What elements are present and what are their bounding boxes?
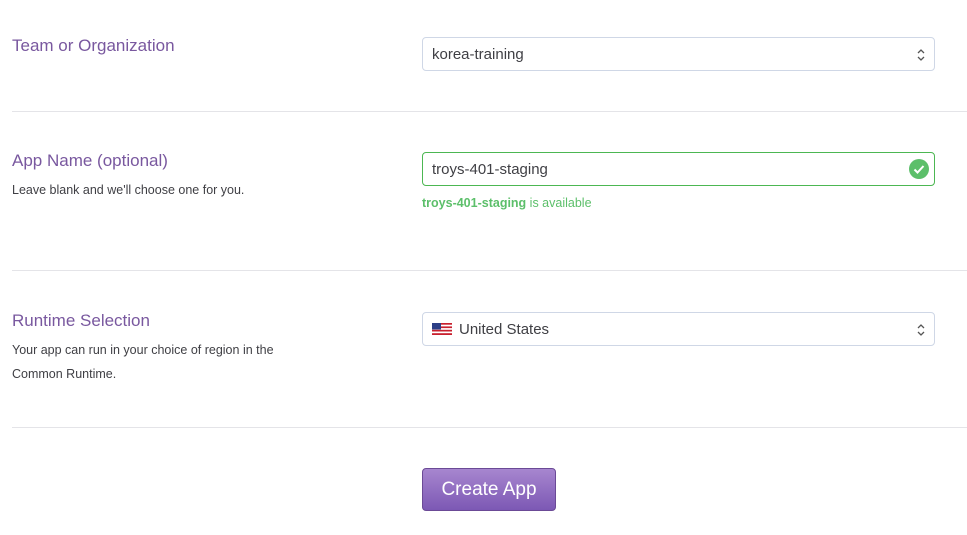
team-label: Team or Organization bbox=[12, 36, 175, 55]
app-name-help: Leave blank and we'll choose one for you… bbox=[12, 183, 245, 197]
us-flag-icon bbox=[432, 323, 452, 335]
team-select-value: korea-training bbox=[432, 45, 524, 63]
runtime-select[interactable]: United States bbox=[422, 312, 935, 346]
divider bbox=[12, 427, 967, 428]
runtime-label: Runtime Selection bbox=[12, 311, 150, 330]
chevron-updown-icon bbox=[917, 49, 925, 61]
check-circle-icon bbox=[909, 159, 929, 179]
create-app-button[interactable]: Create App bbox=[422, 468, 556, 511]
runtime-help: Your app can run in your choice of regio… bbox=[12, 343, 274, 381]
chevron-updown-icon bbox=[917, 324, 925, 336]
team-select[interactable]: korea-training bbox=[422, 37, 935, 71]
app-name-input[interactable]: troys-401-staging bbox=[422, 152, 935, 186]
availability-text: is available bbox=[526, 196, 592, 210]
runtime-select-value: United States bbox=[459, 320, 550, 338]
availability-app-name: troys-401-staging bbox=[422, 196, 527, 210]
app-name-input-value: troys-401-staging bbox=[432, 160, 548, 178]
availability-status: troys-401-staging is available bbox=[422, 196, 592, 210]
divider bbox=[12, 270, 967, 271]
app-name-label: App Name (optional) bbox=[12, 151, 168, 170]
divider bbox=[12, 111, 967, 112]
